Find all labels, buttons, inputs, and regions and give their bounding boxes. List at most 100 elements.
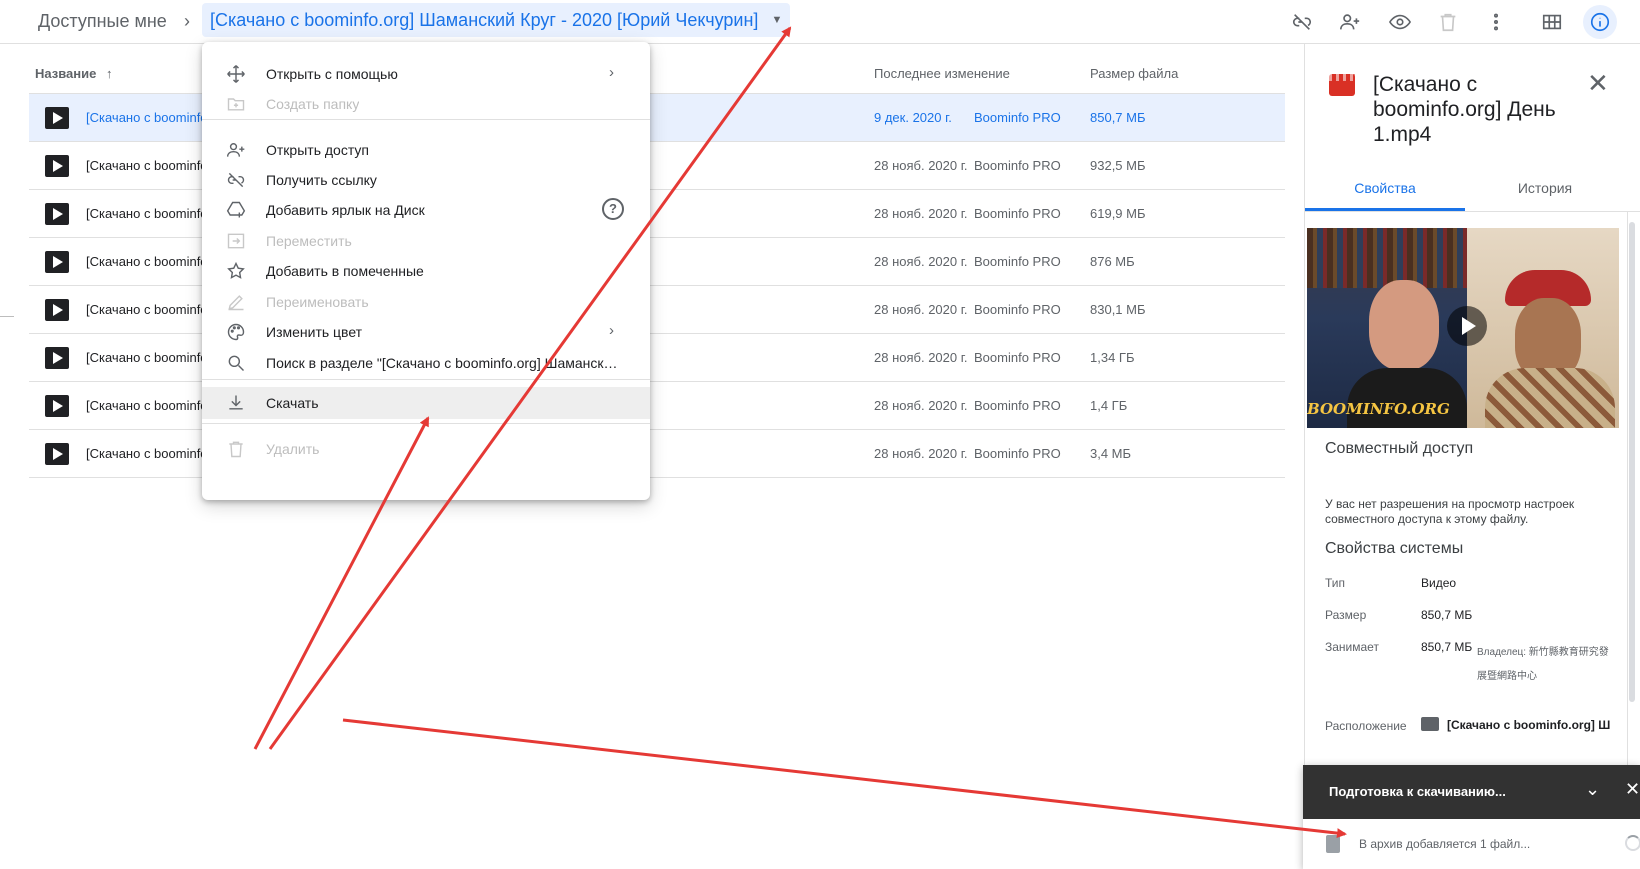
- eye-icon: [1389, 14, 1411, 30]
- grid-view-icon: [1542, 14, 1562, 30]
- info-icon: [1590, 12, 1610, 32]
- link-off-icon: [226, 170, 246, 190]
- tab-properties[interactable]: Свойства: [1305, 180, 1465, 196]
- scrollbar-thumb[interactable]: [1629, 222, 1635, 702]
- file-modified-date: 9 дек. 2020 г.: [874, 110, 952, 125]
- menu-item-create-folder[interactable]: Создать папку: [202, 88, 650, 120]
- menu-item-download[interactable]: Скачать: [202, 387, 650, 419]
- more-vert-icon: [1493, 13, 1499, 31]
- breadcrumb-root[interactable]: Доступные мне: [38, 11, 167, 32]
- spinner-icon: [1625, 835, 1640, 851]
- modified-column-header[interactable]: Последнее изменение: [874, 66, 1010, 81]
- details-title: [Скачано с boominfo.org] День 1.mp4: [1373, 73, 1556, 146]
- menu-item-change-color[interactable]: Изменить цвет ›: [202, 316, 650, 348]
- menu-item-add-shortcut[interactable]: Добавить ярлык на Диск?: [202, 194, 650, 226]
- grid-view-button[interactable]: [1535, 5, 1569, 39]
- file-modified-by: Boominfo PRO: [974, 446, 1061, 461]
- menu-item-label: Поиск в разделе "[Скачано с boominfo.org…: [266, 355, 618, 371]
- close-icon[interactable]: ✕: [1625, 779, 1640, 800]
- file-modified-by: Boominfo PRO: [974, 350, 1061, 365]
- menu-item-label: Переименовать: [266, 294, 369, 310]
- top-bar: Доступные мне › [Скачано с boominfo.org]…: [0, 0, 1640, 44]
- file-modified-date: 28 нояб. 2020 г.: [874, 350, 968, 365]
- trash-icon: [226, 439, 246, 459]
- video-thumbnail-icon: [45, 347, 69, 369]
- menu-item-add-starred[interactable]: Добавить в помеченные: [202, 255, 650, 287]
- menu-item-label: Добавить в помеченные: [266, 263, 424, 279]
- name-column-label: Название: [35, 66, 97, 81]
- divider: [0, 316, 14, 317]
- breadcrumb-current-label: [Скачано с boominfo.org] Шаманский Круг …: [210, 10, 759, 30]
- chevron-down-icon[interactable]: ⌄: [1585, 779, 1600, 800]
- prop-type-label: Тип: [1325, 576, 1346, 590]
- prop-occupies-size: 850,7 МБ: [1421, 640, 1473, 654]
- file-modified-by: Boominfo PRO: [974, 302, 1061, 317]
- preview-button[interactable]: [1383, 5, 1417, 39]
- toast-message: В архив добавляется 1 файл...: [1359, 837, 1531, 851]
- menu-item-delete[interactable]: Удалить: [202, 433, 650, 465]
- help-icon[interactable]: ?: [602, 198, 624, 220]
- file-modified-by: Boominfo PRO: [974, 110, 1061, 125]
- menu-item-label: Создать папку: [266, 96, 360, 112]
- chevron-right-icon: ›: [609, 64, 614, 81]
- owner-note-text: Владелец: 新竹縣教育研究發展暨網路中心: [1477, 647, 1609, 682]
- name-column-header[interactable]: Название ↑: [35, 66, 113, 81]
- details-button[interactable]: [1583, 5, 1617, 39]
- menu-item-search-in-folder[interactable]: Поиск в разделе "[Скачано с boominfo.org…: [202, 347, 650, 379]
- menu-item-open-with[interactable]: Открыть с помощью ›: [202, 58, 650, 90]
- file-size: 1,4 ГБ: [1090, 398, 1128, 413]
- sort-arrow-icon[interactable]: ↑: [106, 66, 113, 81]
- file-modified-date: 28 нояб. 2020 г.: [874, 206, 968, 221]
- new-folder-icon: [226, 94, 246, 114]
- menu-item-move[interactable]: Переместить: [202, 225, 650, 257]
- active-tab-indicator: [1305, 208, 1465, 211]
- dropdown-caret-icon[interactable]: ▼: [772, 3, 783, 37]
- file-modified-date: 28 нояб. 2020 г.: [874, 398, 968, 413]
- add-person-icon: [1340, 14, 1360, 30]
- file-size: 932,5 МБ: [1090, 158, 1146, 173]
- file-modified-date: 28 нояб. 2020 г.: [874, 446, 968, 461]
- menu-divider: [202, 423, 650, 424]
- menu-item-label: Добавить ярлык на Диск: [266, 202, 425, 218]
- download-icon: [226, 393, 246, 413]
- breadcrumb-current-folder[interactable]: [Скачано с boominfo.org] Шаманский Круг …: [202, 3, 791, 37]
- delete-button[interactable]: [1431, 5, 1465, 39]
- pencil-icon: [226, 292, 246, 312]
- menu-item-rename[interactable]: Переименовать: [202, 286, 650, 318]
- search-icon: [226, 353, 246, 373]
- archive-file-icon: [1326, 835, 1340, 853]
- preview-bookshelf: [1307, 228, 1467, 288]
- menu-item-label: Переместить: [266, 233, 352, 249]
- preview-person-2-body: [1485, 368, 1615, 428]
- video-thumbnail-icon: [45, 155, 69, 177]
- close-icon[interactable]: ✕: [1587, 68, 1609, 99]
- video-thumbnail-icon: [45, 443, 69, 465]
- prop-location-label: Расположение: [1325, 719, 1407, 733]
- context-menu: Открыть с помощью › Создать папку Открыть д…: [202, 42, 650, 500]
- file-size: 876 МБ: [1090, 254, 1135, 269]
- tab-history[interactable]: История: [1465, 180, 1625, 196]
- play-icon[interactable]: [1447, 306, 1487, 346]
- file-modified-date: 28 нояб. 2020 г.: [874, 254, 968, 269]
- chevron-right-icon: ›: [609, 322, 614, 339]
- size-column-header[interactable]: Размер файла: [1090, 66, 1178, 81]
- share-button[interactable]: [1333, 5, 1367, 39]
- video-thumbnail-icon: [45, 299, 69, 321]
- menu-item-share[interactable]: Открыть доступ: [202, 134, 650, 166]
- file-size: 850,7 МБ: [1090, 110, 1146, 125]
- menu-item-label: Изменить цвет: [266, 324, 363, 340]
- sharing-section-text: У вас нет разрешения на просмотр настрое…: [1325, 497, 1575, 526]
- file-size: 619,9 МБ: [1090, 206, 1146, 221]
- toast-header: Подготовка к скачиванию... ⌄ ✕: [1303, 765, 1640, 819]
- prop-location-value[interactable]: [Скачано с boominfo.org] Ш: [1447, 718, 1613, 732]
- video-preview[interactable]: BOOMINFO.ORG: [1307, 228, 1619, 428]
- file-size: 3,4 МБ: [1090, 446, 1132, 461]
- more-actions-button[interactable]: [1479, 5, 1513, 39]
- get-link-button[interactable]: [1285, 5, 1319, 39]
- menu-divider: [202, 379, 650, 380]
- menu-item-label: Открыть доступ: [266, 142, 369, 158]
- prop-occupies-label: Занимает: [1325, 640, 1379, 654]
- menu-item-label: Открыть с помощью: [266, 66, 398, 82]
- file-modified-by: Boominfo PRO: [974, 398, 1061, 413]
- menu-item-get-link[interactable]: Получить ссылку: [202, 164, 650, 196]
